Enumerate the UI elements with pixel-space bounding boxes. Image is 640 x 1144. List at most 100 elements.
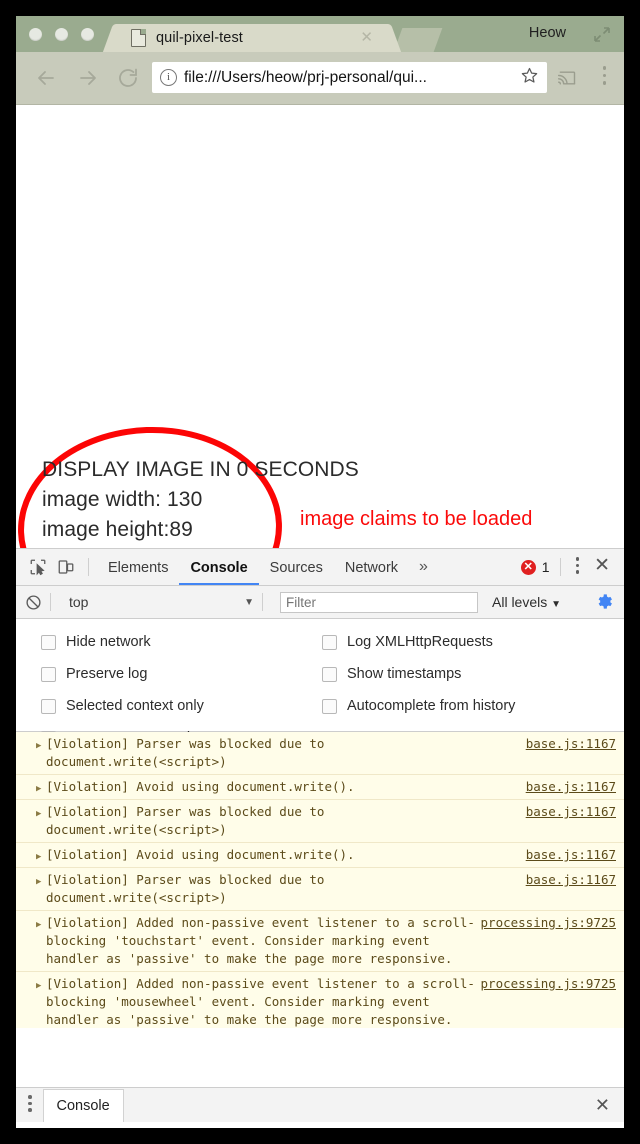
checkbox-autocomplete-from-history[interactable]: Autocomplete from history: [316, 698, 515, 714]
bookmark-star-icon[interactable]: [520, 66, 539, 90]
console-message[interactable]: ▶ base.js:1167 [Violation] Avoid using d…: [16, 843, 624, 868]
checkbox-hide-network[interactable]: Hide network: [16, 634, 316, 650]
error-badge[interactable]: ✕ 1: [520, 559, 560, 575]
reload-icon[interactable]: [116, 66, 140, 90]
new-tab-button[interactable]: [393, 28, 443, 52]
checkbox-label: Log XMLHttpRequests: [347, 634, 493, 650]
checkbox-icon[interactable]: [322, 666, 337, 682]
execution-context-select[interactable]: top ▼: [59, 594, 254, 610]
drawer-menu-icon[interactable]: [16, 1095, 43, 1115]
chevron-down-icon: ▼: [551, 599, 562, 610]
page-line-0: DISPLAY IMAGE IN 0 SECONDS: [42, 458, 359, 481]
divider: [50, 593, 51, 611]
tab-close-icon[interactable]: ✕: [360, 30, 373, 46]
tab-network[interactable]: Network: [334, 550, 409, 585]
devtools-drawer: Console ✕: [16, 1087, 624, 1122]
page-output-text: DISPLAY IMAGE IN 0 SECONDS image width: …: [42, 455, 359, 548]
expand-arrow-icon[interactable]: ▶: [36, 977, 41, 995]
checkbox-preserve-log[interactable]: Preserve log: [16, 666, 316, 682]
console-message[interactable]: ▶ base.js:1167 [Violation] Parser was bl…: [16, 732, 624, 775]
checkbox-icon[interactable]: [41, 698, 56, 714]
message-source-link[interactable]: base.js:1167: [526, 871, 616, 889]
three-dot-menu-icon[interactable]: [602, 66, 606, 89]
back-arrow-icon[interactable]: [34, 66, 58, 90]
chevron-down-icon: ▼: [244, 596, 254, 608]
maximize-window-button[interactable]: [81, 28, 94, 41]
message-source-link[interactable]: base.js:1167: [526, 803, 616, 821]
forward-arrow-icon[interactable]: [76, 66, 100, 90]
expand-arrow-icon[interactable]: ▶: [36, 805, 41, 823]
devtools-tabbar-right: ✕ 1 ✕: [520, 549, 618, 585]
browser-tab[interactable]: quil-pixel-test ✕: [117, 24, 387, 52]
close-window-button[interactable]: [29, 28, 42, 41]
checkbox-icon[interactable]: [322, 634, 337, 650]
device-toolbar-icon[interactable]: [52, 555, 80, 579]
settings-row: Selected context only Autocomplete from …: [16, 690, 624, 722]
drawer-close-icon[interactable]: ✕: [595, 1095, 624, 1116]
checkbox-label: Selected context only: [66, 698, 204, 714]
settings-row: Preserve log Show timestamps: [16, 658, 624, 690]
tab-console[interactable]: Console: [179, 550, 259, 585]
message-source-link[interactable]: base.js:1167: [526, 846, 616, 864]
console-message[interactable]: ▶ processing.js:9725 [Violation] Added n…: [16, 972, 624, 1028]
log-level-value: All levels: [492, 594, 548, 610]
console-message[interactable]: ▶ base.js:1167 [Violation] Parser was bl…: [16, 800, 624, 843]
message-source-link[interactable]: base.js:1167: [526, 778, 616, 796]
title-bar: quil-pixel-test ✕ Heow: [16, 16, 624, 52]
expand-arrow-icon[interactable]: ▶: [36, 873, 41, 891]
maximize-icon[interactable]: [594, 27, 610, 42]
checkbox-label: Hide network: [66, 634, 151, 650]
navigation-toolbar: i file:///Users/heow/prj-personal/qui...: [16, 52, 624, 105]
console-message[interactable]: ▶ base.js:1167 [Violation] Avoid using d…: [16, 775, 624, 800]
expand-arrow-icon[interactable]: ▶: [36, 848, 41, 866]
checkbox-icon[interactable]: [41, 634, 56, 650]
checkbox-label: Autocomplete from history: [347, 698, 516, 714]
cast-icon[interactable]: [556, 68, 578, 93]
tab-elements[interactable]: Elements: [97, 550, 179, 585]
checkbox-icon[interactable]: [41, 666, 56, 682]
divider: [88, 558, 89, 576]
gear-icon[interactable]: [595, 592, 614, 616]
error-circle-icon: ✕: [520, 559, 536, 575]
minimize-window-button[interactable]: [55, 28, 68, 41]
annotation-text: image claims to be loaded: [300, 508, 533, 530]
console-message-list[interactable]: ▶ base.js:1167 [Violation] Parser was bl…: [16, 732, 624, 1028]
page-viewport: DISPLAY IMAGE IN 0 SECONDS image width: …: [16, 105, 624, 548]
drawer-tab-console[interactable]: Console: [42, 1088, 124, 1122]
expand-arrow-icon[interactable]: ▶: [36, 916, 41, 934]
execution-context-value: top: [69, 594, 89, 610]
message-source-link[interactable]: base.js:1167: [526, 735, 616, 753]
checkbox-label: Show timestamps: [347, 666, 462, 682]
message-source-link[interactable]: processing.js:9725: [481, 914, 616, 932]
tab-sources[interactable]: Sources: [259, 550, 334, 585]
clear-console-icon[interactable]: [25, 594, 42, 611]
filter-input[interactable]: [280, 591, 478, 613]
document-icon: [131, 29, 146, 47]
devtools-close-icon[interactable]: ✕: [588, 554, 618, 580]
info-circle-icon[interactable]: i: [160, 69, 177, 86]
browser-window: quil-pixel-test ✕ Heow i file:///Users/h…: [16, 16, 624, 1128]
checkbox-show-timestamps[interactable]: Show timestamps: [316, 666, 461, 682]
console-message[interactable]: ▶ processing.js:9725 [Violation] Added n…: [16, 911, 624, 972]
profile-name[interactable]: Heow: [529, 25, 566, 41]
checkbox-log-xmlhttprequests[interactable]: Log XMLHttpRequests: [316, 634, 493, 650]
devtools-panel: Elements Console Sources Network » ✕ 1 ✕: [16, 548, 624, 1122]
log-level-select[interactable]: All levels ▼: [492, 594, 561, 610]
more-tabs-button[interactable]: »: [409, 558, 438, 576]
devtools-menu-icon[interactable]: [567, 557, 589, 577]
divider: [262, 593, 263, 611]
tab-title: quil-pixel-test: [156, 30, 243, 46]
expand-arrow-icon[interactable]: ▶: [36, 737, 41, 755]
checkbox-icon[interactable]: [322, 698, 337, 714]
divider: [559, 558, 561, 576]
inspect-element-icon[interactable]: [24, 555, 52, 579]
url-text: file:///Users/heow/prj-personal/qui...: [184, 68, 427, 86]
expand-arrow-icon[interactable]: ▶: [36, 780, 41, 798]
message-source-link[interactable]: processing.js:9725: [481, 975, 616, 993]
checkbox-label: Preserve log: [66, 666, 148, 682]
devtools-tabbar: Elements Console Sources Network » ✕ 1 ✕: [16, 549, 624, 586]
address-bar[interactable]: i file:///Users/heow/prj-personal/qui...: [152, 62, 547, 93]
checkbox-selected-context-only[interactable]: Selected context only: [16, 698, 316, 714]
console-filter-bar: top ▼ All levels ▼: [16, 586, 624, 619]
console-message[interactable]: ▶ base.js:1167 [Violation] Parser was bl…: [16, 868, 624, 911]
